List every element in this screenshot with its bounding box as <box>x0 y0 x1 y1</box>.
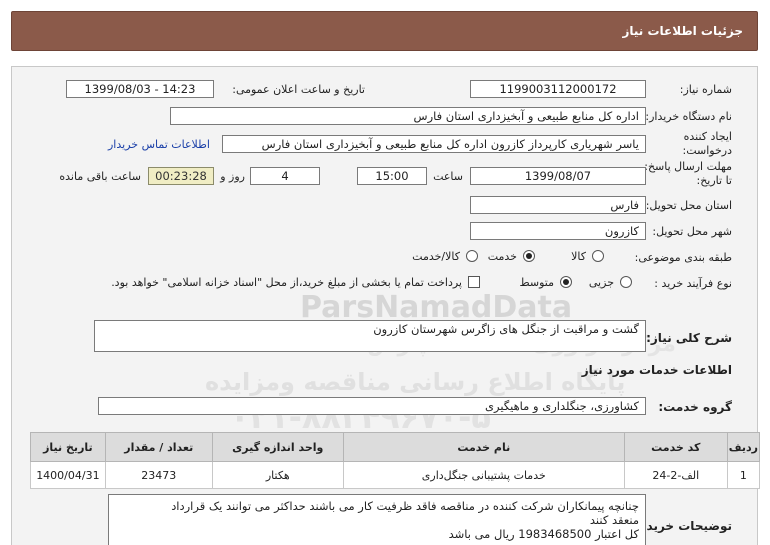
province-label: استان محل تحویل: <box>645 199 732 212</box>
need-desc-field: گشت و مراقبت از جنگل های زاگرس شهرستان ک… <box>94 320 646 352</box>
deadline-label: مهلت ارسال پاسخ: تا تاریخ: <box>644 160 732 187</box>
service-group-label: گروه خدمت: <box>658 400 732 414</box>
category-goods-radio[interactable] <box>592 250 604 262</box>
buyer-notes-field: چنانچه پیمانکاران شرکت کننده در مناقصه ف… <box>108 494 646 545</box>
col-code-header: کد خدمت <box>623 432 728 462</box>
cell-code: الف-2-24 <box>623 461 728 489</box>
city-label: شهر محل تحویل: <box>652 225 732 238</box>
table-header-row: ردیف کد خدمت نام خدمت واحد اندازه گیری ت… <box>30 432 761 462</box>
remaining-timer: 00:23:28 <box>148 167 214 185</box>
col-name-header: نام خدمت <box>342 432 625 462</box>
category-label: طبقه بندی موضوعی: <box>634 251 732 264</box>
requester-label: ایجاد کننده درخواست: <box>682 130 732 157</box>
deadline-date-field: 1399/08/07 <box>470 167 646 185</box>
purchase-medium-radio[interactable] <box>560 276 572 288</box>
notes-line-1: چنانچه پیمانکاران شرکت کننده در مناقصه ف… <box>171 499 639 513</box>
need-number-field: 1199003112000172 <box>470 80 646 98</box>
notes-line-2: منعقد کنند <box>589 513 639 527</box>
cell-date: 1400/04/31 <box>30 461 106 489</box>
col-date-header: تاریخ نیاز <box>30 432 106 462</box>
purchase-medium-label: متوسط <box>519 276 554 289</box>
col-unit-header: واحد اندازه گیری <box>211 432 344 462</box>
col-row-header: ردیف <box>726 432 761 462</box>
table-row: 1 الف-2-24 خدمات پشتیبانی جنگل‌داری هکتا… <box>30 461 761 489</box>
announce-datetime-field: 1399/08/03 - 14:23 <box>66 80 214 98</box>
buyer-org-label: نام دستگاه خریدار: <box>645 110 732 123</box>
need-desc-label: شرح کلی نیاز: <box>646 331 732 345</box>
contact-buyer-link[interactable]: اطلاعات تماس خریدار <box>108 138 210 151</box>
cell-row: 1 <box>726 461 761 489</box>
time-label: ساعت <box>433 170 463 183</box>
remaining-label: ساعت باقی مانده <box>59 170 141 183</box>
service-group-field: کشاورزی، جنگلداری و ماهیگیری <box>98 397 646 415</box>
purchase-partial-radio[interactable] <box>620 276 632 288</box>
need-number-label: شماره نیاز: <box>679 83 732 96</box>
services-table: ردیف کد خدمت نام خدمت واحد اندازه گیری ت… <box>30 432 761 489</box>
page-title: جزئیات اطلاعات نیاز <box>622 24 743 38</box>
deadline-time-field: 15:00 <box>357 167 427 185</box>
cell-qty: 23473 <box>104 461 213 489</box>
day-and-label: روز و <box>220 170 245 183</box>
notes-line-3: کل اعتبار 1983468500 ریال می باشد <box>448 527 639 541</box>
category-service-radio[interactable] <box>523 250 535 262</box>
treasury-checkbox[interactable] <box>468 276 480 288</box>
category-goods-service-label: کالا/خدمت <box>412 250 460 263</box>
category-goods-service-radio[interactable] <box>466 250 478 262</box>
page-header: جزئیات اطلاعات نیاز <box>11 11 758 51</box>
city-field: کازرون <box>470 222 646 240</box>
announce-datetime-label: تاریخ و ساعت اعلان عمومی: <box>232 83 365 96</box>
treasury-note: پرداخت تمام یا بخشی از مبلغ خرید،از محل … <box>111 276 462 289</box>
services-info-heading: اطلاعات خدمات مورد نیاز <box>581 363 732 377</box>
purchase-partial-label: جزیی <box>588 276 614 289</box>
cell-name: خدمات پشتیبانی جنگل‌داری <box>342 461 625 489</box>
province-field: فارس <box>470 196 646 214</box>
category-goods-label: کالا <box>571 250 586 263</box>
purchase-process-label: نوع فرآیند خرید : <box>654 277 732 290</box>
days-field: 4 <box>250 167 320 185</box>
category-service-label: خدمت <box>487 250 517 263</box>
buyer-org-field: اداره کل منابع طبیعی و آبخیزداری استان ف… <box>170 107 646 125</box>
requester-field: یاسر شهریاری کارپرداز کازرون اداره کل من… <box>222 135 646 153</box>
col-qty-header: تعداد / مقدار <box>104 432 213 462</box>
cell-unit: هکتار <box>211 461 344 489</box>
